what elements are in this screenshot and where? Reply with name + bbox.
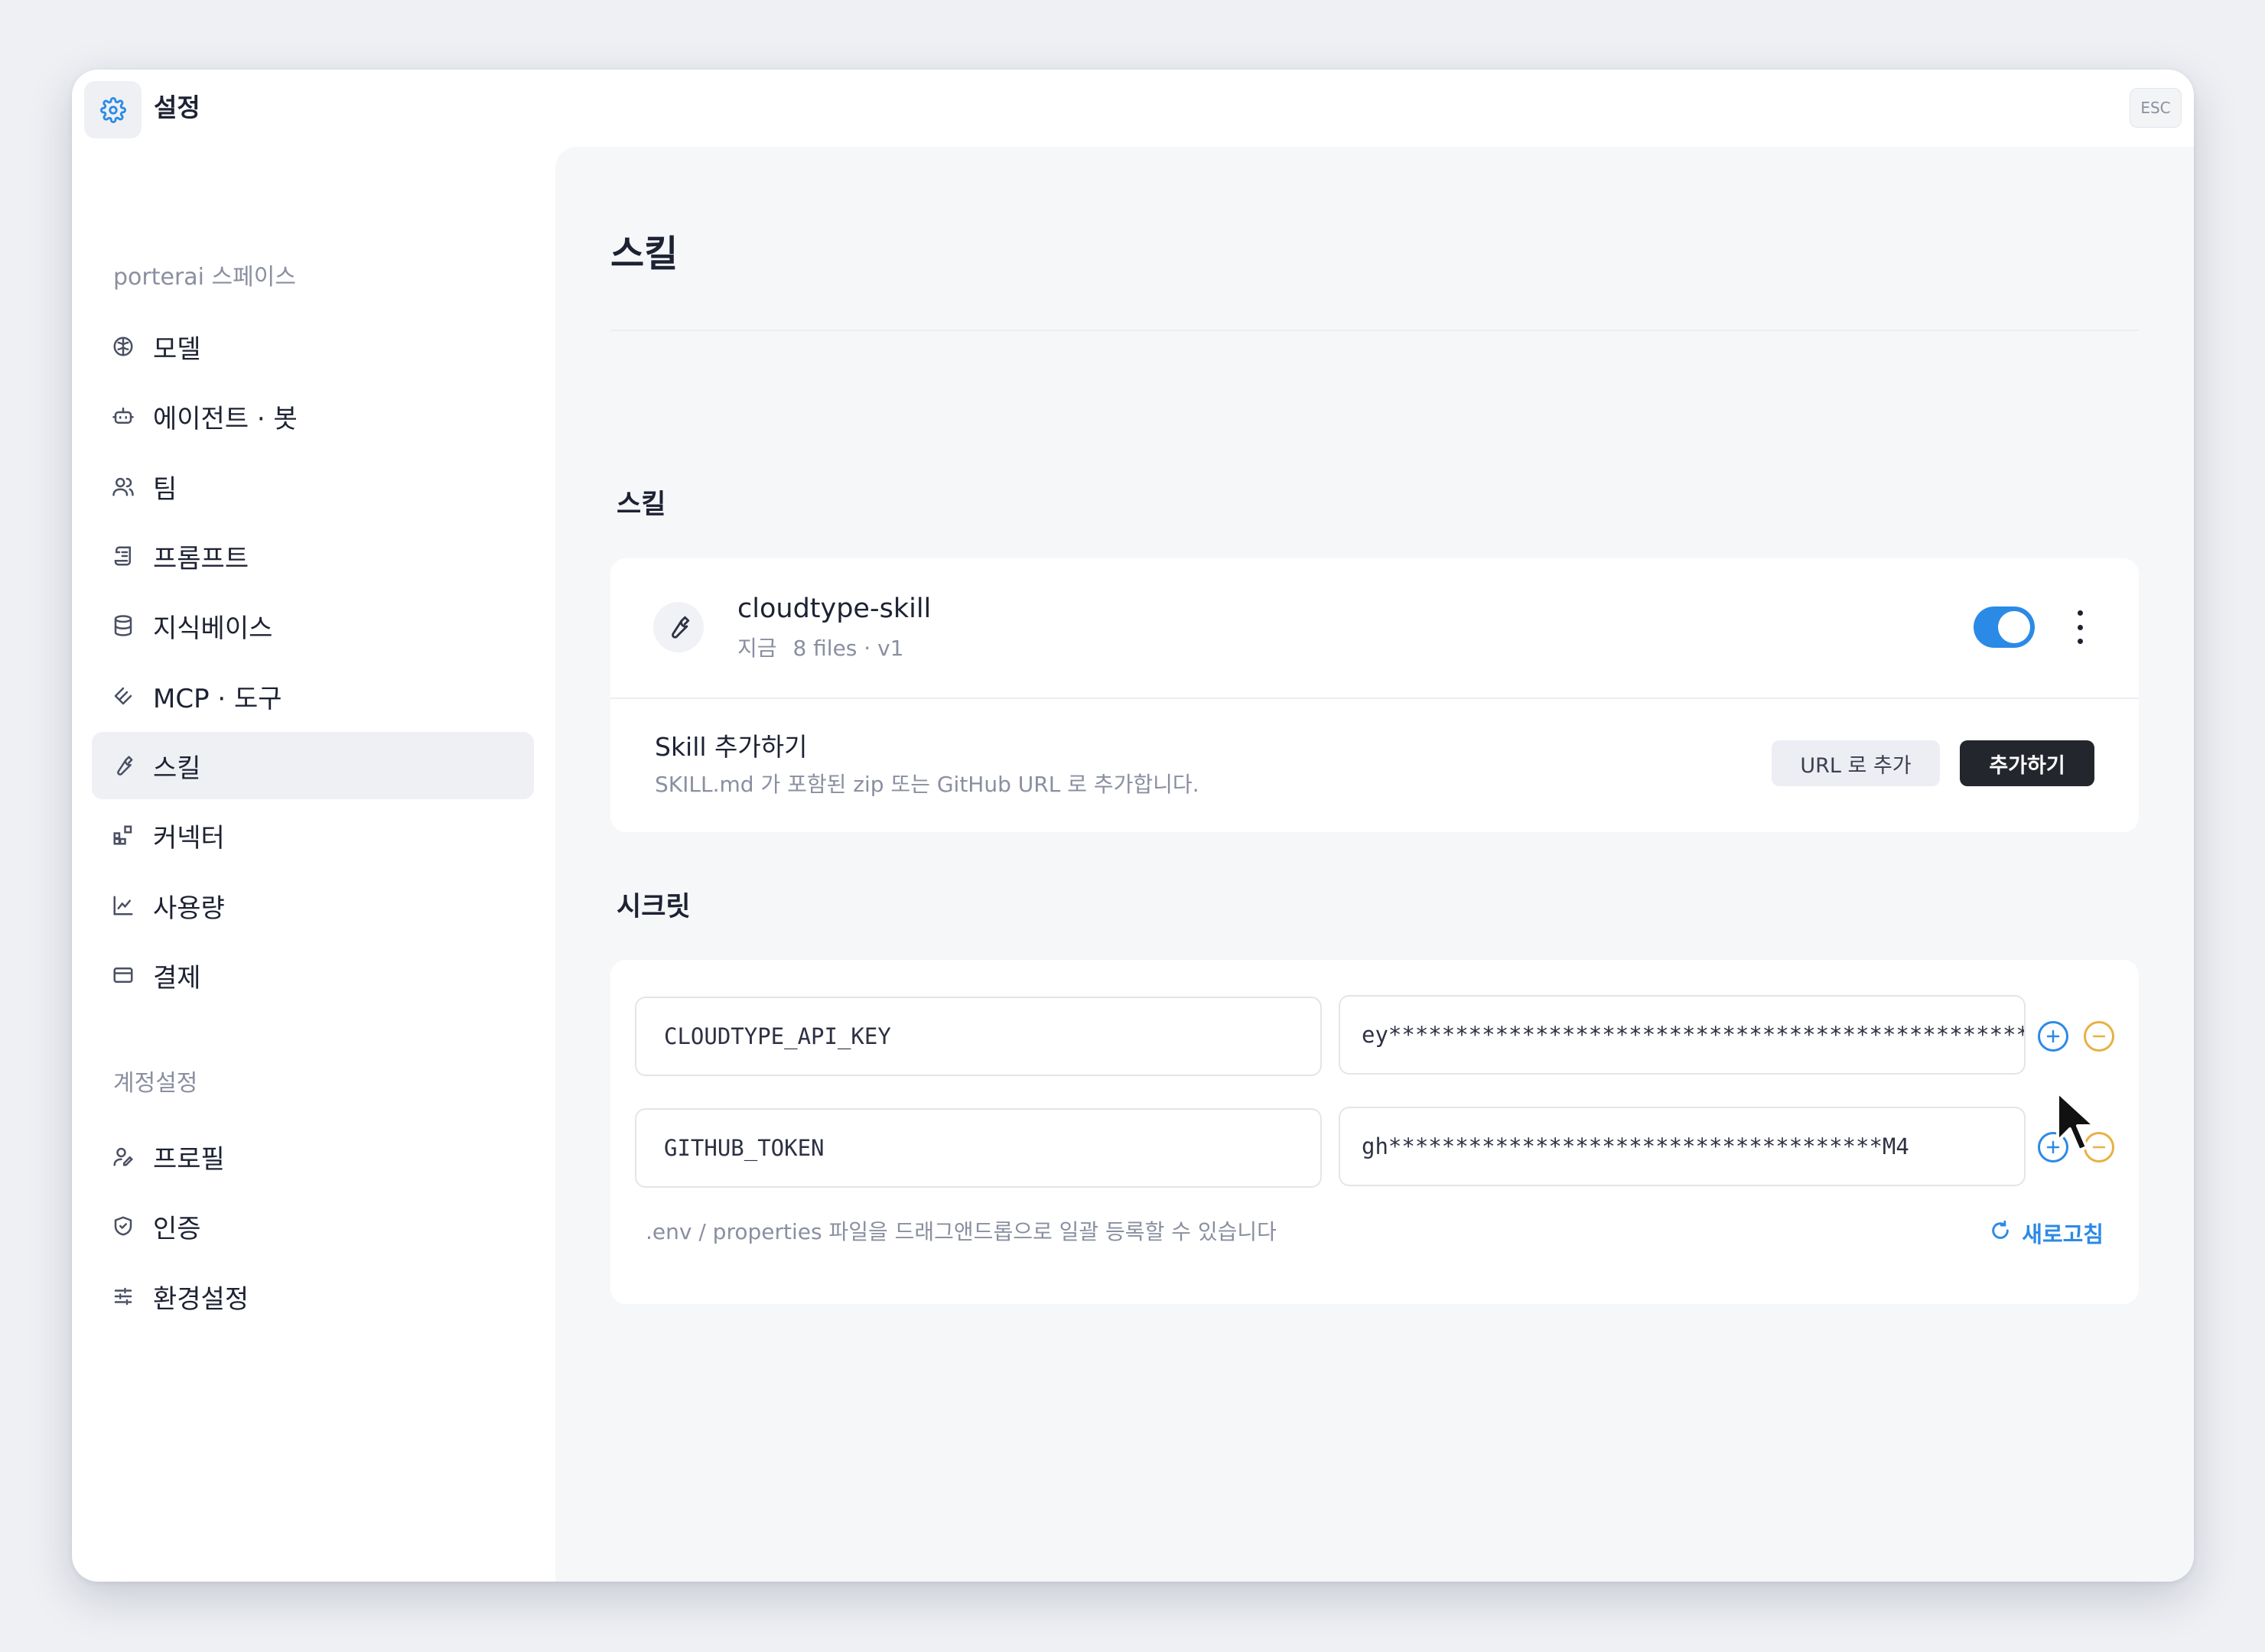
sidebar-item-label: MCP · 도구: [153, 683, 282, 714]
sidebar-item-skills[interactable]: 스킬: [92, 732, 534, 799]
refresh-label: 새로고침: [2022, 1221, 2104, 1247]
add-by-url-button[interactable]: URL 로 추가: [1772, 740, 1940, 786]
shield-check-icon: [110, 1213, 136, 1239]
refresh-button[interactable]: 새로고침: [1990, 1217, 2104, 1249]
settings-gear-icon: [84, 81, 142, 138]
sidebar-item-auth[interactable]: 인증: [92, 1192, 534, 1260]
title-divider: [610, 330, 2139, 331]
title-bar: 설정 ESC: [72, 70, 2194, 146]
skill-meta: 지금 8 files · v1: [737, 635, 903, 662]
sidebar-item-profile[interactable]: 프로필: [92, 1123, 534, 1190]
bot-icon: [110, 403, 136, 429]
sidebar-item-billing[interactable]: 결제: [92, 941, 534, 1009]
user-pen-icon: [110, 1143, 136, 1169]
credit-card-icon: [110, 962, 136, 988]
sidebar-item-label: 스킬: [153, 753, 201, 784]
skill-name: cloudtype-skill: [737, 593, 932, 624]
sidebar-item-knowledge-base[interactable]: 지식베이스: [92, 592, 534, 659]
secrets-card: CLOUDTYPE_API_KEY ey********************…: [610, 960, 2139, 1304]
account-group-label: 계정설정: [113, 1070, 198, 1097]
sidebar-item-label: 인증: [153, 1213, 201, 1244]
sidebar-item-models[interactable]: 모델: [92, 313, 534, 380]
secret-key-input[interactable]: GITHUB_TOKEN: [635, 1108, 1322, 1188]
esc-button[interactable]: ESC: [2130, 88, 2182, 128]
settings-window: 설정 ESC porterai 스페이스 모델 에이전트 · 봇 팀 프롬프트 …: [72, 70, 2194, 1582]
skills-card: cloudtype-skill 지금 8 files · v1 Skill 추가…: [610, 558, 2139, 832]
sidebar-item-label: 팀: [153, 473, 177, 505]
sidebar-item-prompts[interactable]: 프롬프트: [92, 522, 534, 590]
brain-icon: [110, 333, 136, 359]
sidebar-item-label: 환경설정: [153, 1283, 249, 1315]
add-skill-button[interactable]: 추가하기: [1960, 740, 2094, 786]
sidebar-item-agents[interactable]: 에이전트 · 봇: [92, 382, 534, 450]
main-panel: 스킬 스킬 cloudtype-skill 지금 8 files · v1 Sk…: [555, 147, 2194, 1582]
skill-enable-toggle[interactable]: [1974, 606, 2035, 648]
sliders-icon: [110, 1283, 136, 1309]
sidebar-item-mcp-tools[interactable]: MCP · 도구: [92, 662, 534, 730]
sidebar-item-label: 모델: [153, 333, 201, 365]
skill-time: 지금: [737, 636, 777, 661]
secret-key-input[interactable]: CLOUDTYPE_API_KEY: [635, 997, 1322, 1076]
remove-secret-icon[interactable]: [2084, 1021, 2114, 1052]
skill-files-version: 8 files · v1: [792, 636, 904, 661]
add-secret-icon[interactable]: [2038, 1021, 2068, 1052]
mouse-cursor-icon: [2055, 1089, 2097, 1163]
sidebar-item-label: 프롬프트: [153, 543, 249, 574]
sidebar-item-team[interactable]: 팀: [92, 453, 534, 520]
chart-line-icon: [110, 893, 136, 919]
sidebar-item-label: 에이전트 · 봇: [153, 403, 298, 434]
blocks-icon: [110, 822, 136, 848]
more-options-icon[interactable]: [2068, 610, 2091, 644]
users-icon: [110, 473, 136, 499]
sidebar-item-label: 지식베이스: [153, 613, 273, 644]
sidebar-item-label: 커넥터: [153, 822, 225, 854]
sidebar-item-preferences[interactable]: 환경설정: [92, 1263, 534, 1330]
window-title: 설정: [154, 93, 200, 122]
wrench-icon: [653, 602, 704, 652]
secrets-hint: .env / properties 파일을 드래그앤드롭으로 일괄 등록할 수 …: [646, 1219, 1277, 1244]
scroll-icon: [110, 543, 136, 569]
database-icon: [110, 613, 136, 639]
sidebar-item-label: 프로필: [153, 1143, 225, 1175]
refresh-icon: [1990, 1220, 2011, 1247]
sidebar-item-usage[interactable]: 사용량: [92, 872, 534, 939]
secrets-section-label: 시크릿: [617, 892, 691, 922]
tool-stack-icon: [110, 683, 136, 709]
page-title: 스킬: [610, 233, 679, 275]
skills-section-label: 스킬: [617, 489, 666, 520]
add-skill-title: Skill 추가하기: [655, 732, 808, 762]
wrench-icon: [110, 753, 136, 779]
skill-row: cloudtype-skill 지금 8 files · v1: [610, 558, 2139, 699]
sidebar: porterai 스페이스 모델 에이전트 · 봇 팀 프롬프트 지식베이스 M…: [72, 146, 555, 1582]
workspace-group-label: porterai 스페이스: [113, 264, 296, 291]
add-skill-description: SKILL.md 가 포함된 zip 또는 GitHub URL 로 추가합니다…: [655, 772, 1199, 797]
secret-value-input[interactable]: ey**************************************…: [1339, 995, 2026, 1075]
sidebar-item-connectors[interactable]: 커넥터: [92, 802, 534, 869]
sidebar-item-label: 결제: [153, 962, 201, 993]
secret-value-input[interactable]: gh*************************************M…: [1339, 1107, 2026, 1186]
sidebar-item-label: 사용량: [153, 893, 225, 924]
add-skill-row: Skill 추가하기 SKILL.md 가 포함된 zip 또는 GitHub …: [610, 701, 2139, 832]
